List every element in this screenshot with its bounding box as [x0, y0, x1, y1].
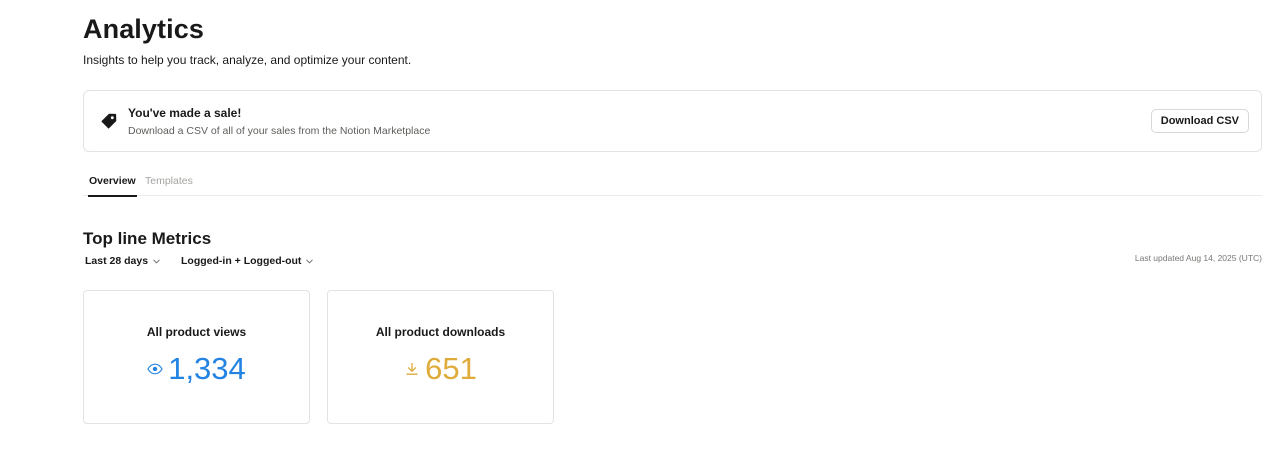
- audience-label: Logged-in + Logged-out: [181, 255, 302, 267]
- tag-icon: [101, 113, 117, 129]
- eye-icon: [147, 363, 163, 375]
- card-value-row: 651: [328, 351, 553, 387]
- date-range-dropdown[interactable]: Last 28 days: [85, 255, 161, 267]
- section-title: Top line Metrics: [83, 229, 212, 248]
- page-title: Analytics: [83, 14, 204, 44]
- chevron-down-icon: [153, 259, 160, 263]
- banner-title: You've made a sale!: [128, 106, 242, 120]
- download-csv-button[interactable]: Download CSV: [1150, 109, 1249, 133]
- page-subtitle: Insights to help you track, analyze, and…: [83, 53, 412, 67]
- audience-dropdown[interactable]: Logged-in + Logged-out: [181, 255, 314, 267]
- card-label: All product views: [146, 325, 247, 339]
- product-views-card: All product views 1,334: [83, 290, 310, 424]
- last-updated-text: Last updated Aug 14, 2025 (UTC): [1134, 253, 1262, 263]
- card-label: All product downloads: [375, 325, 506, 339]
- card-value-row: 1,334: [84, 351, 309, 387]
- downloads-value: 651: [425, 351, 477, 386]
- date-range-label: Last 28 days: [85, 255, 149, 267]
- tab-overview[interactable]: Overview: [88, 175, 137, 197]
- tab-templates[interactable]: Templates: [145, 175, 193, 187]
- product-downloads-card: All product downloads 651: [327, 290, 554, 424]
- download-icon: [406, 362, 418, 375]
- sale-banner: You've made a sale! Download a CSV of al…: [83, 90, 1262, 152]
- chevron-down-icon: [306, 259, 314, 263]
- tab-bar: Overview Templates: [83, 168, 1262, 197]
- banner-subtitle: Download a CSV of all of your sales from…: [128, 125, 431, 137]
- analytics-page: Analytics Insights to help you track, an…: [83, 0, 1262, 465]
- views-value: 1,334: [168, 351, 246, 386]
